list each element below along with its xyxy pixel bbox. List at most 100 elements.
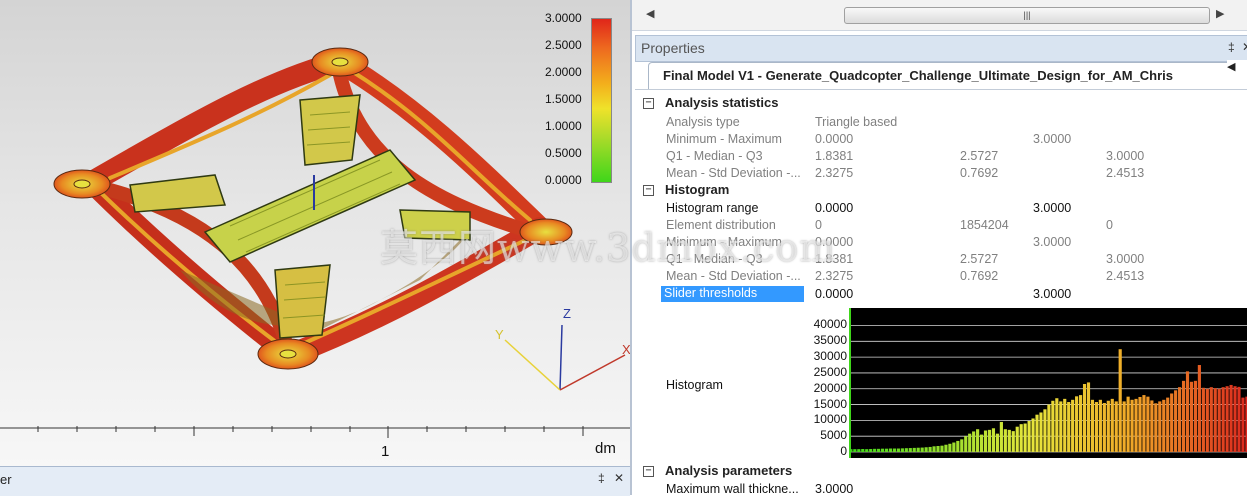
- scroll-right-icon[interactable]: ▶: [1216, 7, 1224, 20]
- histogram-bar: [1126, 396, 1130, 452]
- property-row[interactable]: Mean - Std Deviation -... 2.3275 0.7692 …: [635, 165, 1247, 182]
- scroll-left-icon[interactable]: ◀: [646, 7, 654, 20]
- properties-header: Properties ‡ ✕: [635, 35, 1247, 62]
- histogram-bar: [908, 448, 912, 452]
- histogram-bar: [1047, 404, 1051, 452]
- property-value: 2.4513: [1106, 269, 1145, 283]
- left-dock-panel: er ‡ ✕: [0, 466, 630, 496]
- histogram-bar: [880, 448, 885, 452]
- histogram-bar: [1233, 386, 1237, 452]
- histogram-bar: [1007, 429, 1011, 452]
- close-icon[interactable]: ✕: [614, 471, 624, 485]
- histogram-bar: [1193, 380, 1198, 452]
- property-row[interactable]: Maximum wall thickne... 3.0000: [635, 481, 1247, 498]
- property-value[interactable]: 3.0000: [815, 482, 853, 496]
- histogram-bar: [1205, 388, 1209, 452]
- property-row[interactable]: Element distribution 0 1854204 0: [635, 217, 1247, 234]
- horizontal-scrollbar[interactable]: ◀ ||| ▶: [632, 0, 1247, 31]
- property-value[interactable]: 0.0000: [815, 287, 853, 301]
- histogram-bar: [1039, 412, 1043, 452]
- document-tab[interactable]: Final Model V1 - Generate_Quadcopter_Cha…: [648, 62, 1247, 89]
- section-analysis-statistics[interactable]: − Analysis statistics: [635, 95, 1247, 112]
- histogram-bar: [964, 436, 968, 452]
- property-value: 2.3275: [815, 166, 854, 180]
- property-row[interactable]: Q1 - Median - Q3 1.8381 2.5727 3.0000: [635, 148, 1247, 165]
- property-row-selected[interactable]: Slider thresholds 0.0000 3.0000: [635, 286, 1247, 303]
- property-value: 2.3275: [815, 269, 854, 283]
- ruler-label: 1: [381, 443, 390, 460]
- tab-scroll-left-icon[interactable]: ◀: [1227, 60, 1247, 73]
- property-value: 0.0000: [815, 132, 854, 146]
- histogram-bar: [1019, 424, 1023, 452]
- histogram-bar: [1225, 386, 1229, 452]
- histogram-bar: [1075, 396, 1079, 452]
- property-grid: − Analysis statistics Analysis type Tria…: [635, 89, 1247, 496]
- histogram-bar: [861, 449, 865, 452]
- histogram-bar: [1003, 429, 1007, 452]
- section-histogram[interactable]: − Histogram: [635, 182, 1247, 199]
- histogram-bar: [1130, 399, 1134, 452]
- document-tab-title: Final Model V1 - Generate_Quadcopter_Cha…: [663, 68, 1174, 83]
- collapse-icon[interactable]: −: [643, 98, 654, 109]
- property-value[interactable]: 0.0000: [815, 201, 853, 215]
- y-tick-label: 0: [840, 444, 847, 458]
- histogram-bar: [928, 446, 932, 452]
- histogram-bar: [1027, 421, 1031, 452]
- section-title: Analysis parameters: [665, 463, 793, 478]
- histogram-bar: [912, 447, 916, 452]
- pin-icon[interactable]: ‡: [598, 471, 605, 485]
- model-viewport[interactable]: Z Y X 3.0000 2.5000 2.0000 1.5000 1.0000…: [0, 0, 630, 466]
- histogram-bar: [976, 429, 980, 452]
- scale-ruler: [37, 426, 584, 438]
- properties-panel: ◀ ||| ▶ Properties ‡ ✕ Final Model V1 - …: [630, 0, 1247, 496]
- property-value: 0: [1106, 218, 1113, 232]
- y-tick-label: 15000: [813, 396, 847, 411]
- property-value[interactable]: 3.0000: [1033, 201, 1071, 215]
- histogram-bar: [916, 447, 920, 452]
- histogram-chart[interactable]: 40000 35000 30000 25000 20000 15000 10000 5000 0: [807, 308, 1247, 458]
- legend-value: 3.0000: [545, 11, 582, 25]
- histogram-bar: [869, 449, 873, 452]
- quadcopter-model[interactable]: [0, 0, 630, 430]
- legend-value: 0.0000: [545, 173, 582, 187]
- property-row[interactable]: Minimum - Maximum 0.0000 3.0000: [635, 131, 1247, 148]
- histogram-bar: [1185, 371, 1190, 452]
- property-key: Mean - Std Deviation -...: [666, 166, 801, 180]
- property-row[interactable]: Q1 - Median - Q3 1.8381 2.5727 3.0000: [635, 251, 1247, 268]
- histogram-bar: [873, 448, 877, 452]
- property-row[interactable]: Minimum - Maximum 0.0000 3.0000: [635, 234, 1247, 251]
- histogram-bar: [1174, 390, 1178, 452]
- collapse-icon[interactable]: −: [643, 466, 654, 477]
- property-row[interactable]: Histogram range 0.0000 3.0000: [635, 200, 1247, 217]
- property-key: Maximum wall thickne...: [666, 482, 799, 496]
- histogram-bar: [1170, 393, 1174, 452]
- histogram-bar: [999, 421, 1003, 452]
- color-legend-bar: [591, 18, 612, 183]
- histogram-bar: [968, 433, 972, 452]
- histogram-bar: [1011, 431, 1015, 452]
- property-row[interactable]: Mean - Std Deviation -... 2.3275 0.7692 …: [635, 268, 1247, 285]
- collapse-icon[interactable]: −: [643, 185, 654, 196]
- histogram-bar: [1189, 381, 1194, 452]
- property-key: Minimum - Maximum: [666, 235, 782, 249]
- legend-value: 0.5000: [545, 146, 582, 160]
- axis-y-label: Y: [495, 327, 504, 342]
- property-key: Analysis type: [666, 115, 740, 129]
- section-analysis-parameters[interactable]: − Analysis parameters: [635, 463, 1247, 480]
- histogram-bar: [1090, 399, 1095, 452]
- histogram-bar: [896, 448, 900, 452]
- property-key: Slider thresholds: [661, 286, 804, 302]
- pin-icon[interactable]: ‡: [1228, 40, 1235, 54]
- property-value: 3.0000: [1033, 132, 1072, 146]
- property-row[interactable]: Analysis type Triangle based: [635, 114, 1247, 131]
- histogram-bar: [1063, 398, 1067, 452]
- histogram-bar: [1118, 349, 1122, 452]
- histogram-plot[interactable]: [849, 308, 1247, 458]
- scroll-thumb[interactable]: |||: [844, 7, 1210, 24]
- histogram-bar: [936, 445, 940, 452]
- histogram-bar: [1071, 399, 1075, 452]
- histogram-bar: [849, 449, 853, 452]
- close-icon[interactable]: ✕: [1242, 40, 1247, 54]
- property-value[interactable]: 3.0000: [1033, 287, 1071, 301]
- histogram-bar: [924, 447, 928, 452]
